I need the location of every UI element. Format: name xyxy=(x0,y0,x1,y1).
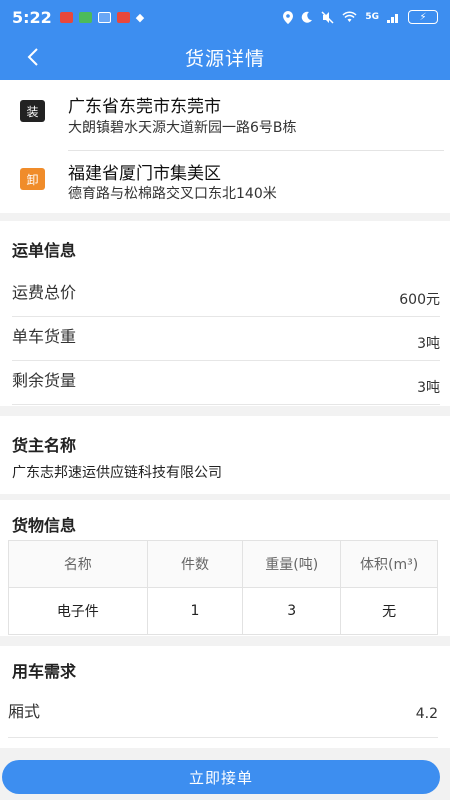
shipper-name: 广东志邦速运供应链科技有限公司 xyxy=(12,465,222,481)
table-cell: 1 xyxy=(146,587,244,635)
freight-label: 运费总价 xyxy=(12,283,77,302)
unload-detail-address: 德育路与松棉路交叉口东北140米 xyxy=(68,186,277,202)
page-title: 货源详情 xyxy=(184,47,265,70)
vehicle-type: 厢式 xyxy=(8,702,41,721)
weight-row: 单车货重 3吨 xyxy=(12,317,440,361)
goods-title: 货物信息 xyxy=(12,516,77,535)
accept-order-button[interactable]: 立即接单 xyxy=(2,760,440,794)
shipper-title: 货主名称 xyxy=(12,436,77,455)
shipper-card: 货主名称 广东志邦速运供应链科技有限公司 xyxy=(0,416,450,494)
vehicle-title: 用车需求 xyxy=(12,662,77,681)
goods-table: 名称 件数 重量(吨) 体积(m³) 电子件 1 3 无 xyxy=(8,540,438,635)
weight-label: 单车货重 xyxy=(12,327,77,346)
signal-icon xyxy=(387,14,398,23)
app-notification-icon xyxy=(78,11,92,23)
wifi-icon xyxy=(342,11,357,22)
column-header: 重量(吨) xyxy=(242,540,342,588)
freight-row: 运费总价 600元 xyxy=(12,273,440,317)
route-card: 装 广东省东莞市东莞市 大朗镇碧水天源大道新园一路6号B栋 卸 福建省厦门市集美… xyxy=(0,80,450,213)
weight-value: 3吨 xyxy=(417,336,440,352)
table-header: 名称 件数 重量(吨) 体积(m³) xyxy=(8,540,438,588)
waybill-card: 运单信息 运费总价 600元 单车货重 3吨 剩余货量 3吨 xyxy=(0,221,450,406)
load-tag: 装 xyxy=(20,100,45,122)
column-header: 件数 xyxy=(146,540,244,588)
notification-icons: ◆ xyxy=(59,10,145,24)
remaining-label: 剩余货量 xyxy=(12,371,77,390)
shield-icon: ◆ xyxy=(135,10,145,24)
table-row: 电子件 1 3 无 xyxy=(8,587,438,635)
waybill-title: 运单信息 xyxy=(12,241,77,260)
load-address: 装 广东省东莞市东莞市 大朗镇碧水天源大道新园一路6号B栋 xyxy=(0,80,450,150)
unload-address: 卸 福建省厦门市集美区 德育路与松棉路交叉口东北140米 xyxy=(0,150,450,213)
column-header: 名称 xyxy=(8,540,148,588)
vehicle-row: 厢式 4.2 xyxy=(8,692,438,738)
moon-icon xyxy=(302,11,313,23)
table-cell: 无 xyxy=(340,587,438,635)
unload-region: 福建省厦门市集美区 xyxy=(68,164,221,184)
vehicle-length: 4.2 xyxy=(415,706,438,722)
battery-icon: ⚡ xyxy=(408,10,438,24)
unload-tag: 卸 xyxy=(20,168,45,190)
nav-bar: 货源详情 xyxy=(0,34,450,80)
load-region: 广东省东莞市东莞市 xyxy=(68,97,221,117)
vehicle-card: 用车需求 厢式 4.2 xyxy=(0,646,450,748)
load-detail-address: 大朗镇碧水天源大道新园一路6号B栋 xyxy=(68,120,297,136)
app-notification-icon xyxy=(97,11,111,23)
freight-value: 600元 xyxy=(399,292,440,308)
location-icon xyxy=(283,10,294,24)
back-button[interactable] xyxy=(18,42,48,72)
app-notification-icon xyxy=(59,11,73,23)
system-icons: 5G ⚡ xyxy=(283,10,438,24)
mute-icon xyxy=(321,10,334,24)
chevron-left-icon xyxy=(27,48,38,66)
app-notification-icon xyxy=(116,11,130,23)
remaining-row: 剩余货量 3吨 xyxy=(12,361,440,405)
status-bar: 5:22 ◆ 5G ⚡ xyxy=(0,0,450,34)
table-cell: 电子件 xyxy=(8,587,148,635)
column-header: 体积(m³) xyxy=(340,540,438,588)
table-cell: 3 xyxy=(242,587,342,635)
status-time: 5:22 xyxy=(12,7,52,27)
network-indicator: 5G xyxy=(365,12,379,22)
remaining-value: 3吨 xyxy=(417,380,440,396)
